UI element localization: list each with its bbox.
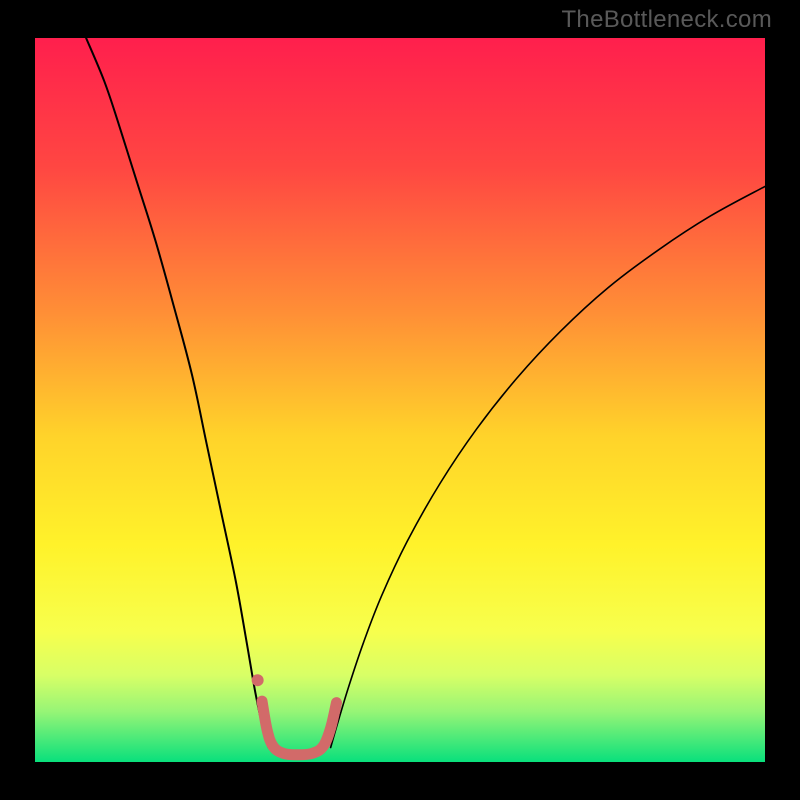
marker-layer: [252, 674, 264, 686]
watermark-text: TheBottleneck.com: [561, 6, 772, 34]
gradient-background: [35, 38, 765, 762]
chart-svg: [35, 38, 765, 762]
chart-frame: TheBottleneck.com: [0, 0, 800, 800]
plot-area: [35, 38, 765, 762]
marker-left-dot: [252, 674, 264, 686]
